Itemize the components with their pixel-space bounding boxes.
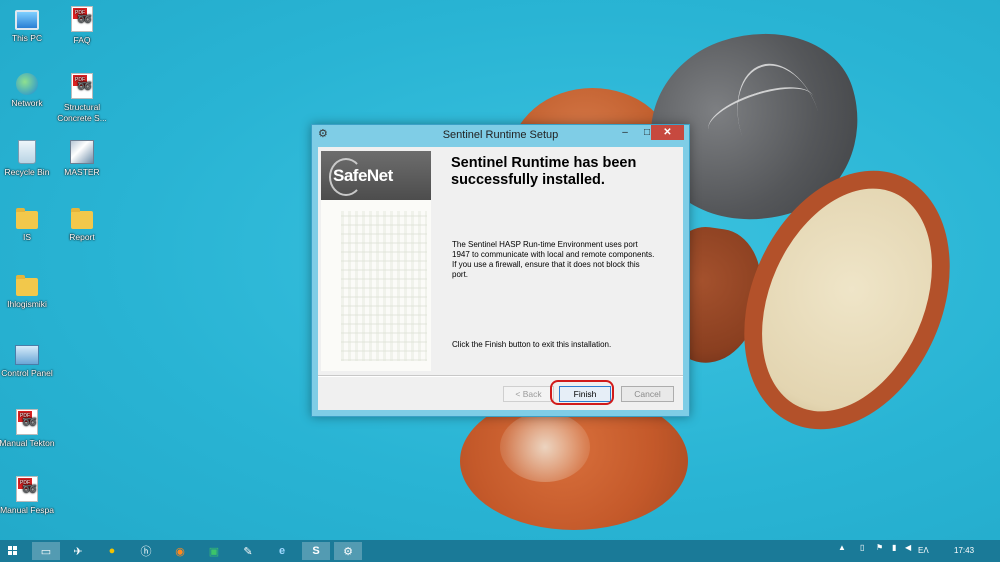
desktop-icon-report[interactable]: Report	[51, 207, 113, 243]
norton-icon[interactable]: ●	[98, 542, 126, 560]
safenet-logo: SafeNet	[321, 151, 431, 200]
close-button[interactable]: ✕	[651, 125, 684, 140]
install-success-heading: Sentinel Runtime has been successfully i…	[451, 155, 637, 188]
banner-watermark	[341, 211, 427, 361]
desktop-icon-label: Report	[69, 232, 95, 242]
button-separator	[318, 375, 683, 377]
desktop-icon-recycle-bin[interactable]: Recycle Bin	[0, 140, 58, 178]
action-center-icon[interactable]: ⚑	[876, 543, 883, 552]
program-icon	[70, 140, 94, 164]
logo-text: SafeNet	[333, 166, 393, 185]
pdf-icon	[16, 409, 38, 435]
desktop-icon-this-pc[interactable]: This PC	[0, 6, 58, 44]
file-explorer-icon[interactable]: ▭	[32, 542, 60, 560]
system-clock[interactable]: 17:43	[954, 546, 974, 555]
dialog-titlebar[interactable]: ⚙ Sentinel Runtime Setup – □ ✕	[312, 125, 689, 145]
desktop-icon-label: Structural Concrete S...	[57, 102, 107, 123]
setup-app-icon[interactable]: ⚙	[334, 542, 362, 560]
finish-highlight-annotation	[550, 380, 614, 405]
desktop-icon-label: This PC	[11, 33, 43, 43]
desktop-icon-is[interactable]: IS	[0, 207, 58, 243]
desktop-icon-label: Control Panel	[1, 368, 53, 378]
side-banner: SafeNet	[321, 151, 431, 371]
dialog-content: SafeNet Sentinel Runtime has been succes…	[318, 147, 683, 410]
paint-icon[interactable]: ✎	[234, 542, 262, 560]
volume-icon[interactable]: ◀	[905, 543, 911, 552]
desktop-icon-label: Manual Fespa	[0, 505, 54, 515]
desktop-icon-label: IS	[22, 232, 32, 242]
computer-icon	[15, 10, 39, 30]
folder-icon	[16, 208, 38, 229]
network-icon	[16, 73, 38, 95]
start-button[interactable]	[8, 546, 18, 556]
finish-instruction-text: Click the Finish button to exit this ins…	[452, 340, 612, 349]
taskbar: ▭ ✈ ● ⓗ ◉ ▣ ✎ e S ⚙ ▲ ▯ ⚑ ▮ ◀ ΕΛ 17:43	[0, 540, 1000, 562]
skype-icon[interactable]: S	[302, 542, 330, 560]
desktop-icon-label: FAQ	[73, 35, 91, 45]
desktop-icon-label: Manual Tekton	[0, 438, 55, 448]
internet-explorer-icon[interactable]: e	[268, 542, 296, 560]
desktop-icon-network[interactable]: Network	[0, 73, 58, 109]
firefox-icon[interactable]: ◉	[166, 542, 194, 560]
recycle-bin-icon	[18, 140, 36, 164]
desktop-icon-faq[interactable]: FAQ	[51, 6, 113, 46]
desktop-icon-manual-fespa[interactable]: Manual Fespa	[0, 476, 58, 516]
desktop-icon-ihlogismiki[interactable]: Ihlogismiki	[0, 274, 58, 310]
pdf-icon	[16, 476, 38, 502]
back-button[interactable]: < Back	[503, 386, 554, 402]
folder-icon	[16, 275, 38, 296]
pdf-icon	[71, 73, 93, 99]
desktop-icon-control-panel[interactable]: Control Panel	[0, 341, 58, 379]
folder-icon	[71, 208, 93, 229]
desktop-icon-structural-concrete[interactable]: Structural Concrete S...	[51, 73, 113, 124]
setup-dialog-window: ⚙ Sentinel Runtime Setup – □ ✕ SafeNet S…	[311, 124, 690, 417]
excel-icon[interactable]: ▣	[200, 542, 228, 560]
pdf-icon	[71, 6, 93, 32]
desktop-icon-label: Recycle Bin	[4, 167, 50, 177]
desktop-icon-label: Network	[11, 98, 43, 108]
desktop-icon-master[interactable]: MASTER	[51, 140, 113, 178]
input-language[interactable]: ΕΛ	[918, 546, 929, 555]
port-info-text: The Sentinel HASP Run-time Environment u…	[452, 240, 655, 279]
control-panel-icon	[15, 345, 39, 365]
desktop-icon-manual-tekton[interactable]: Manual Tekton	[0, 409, 58, 449]
desktop-icon-label: MASTER	[64, 167, 100, 177]
network-status-icon[interactable]: ▮	[892, 543, 896, 552]
cancel-button[interactable]: Cancel	[621, 386, 674, 402]
desktop-icon-label: Ihlogismiki	[7, 299, 47, 309]
pinned-app-icon[interactable]: ✈	[64, 542, 92, 560]
battery-icon[interactable]: ▯	[860, 543, 864, 552]
show-hidden-icons-icon[interactable]: ▲	[838, 543, 846, 552]
hp-icon[interactable]: ⓗ	[132, 542, 160, 560]
